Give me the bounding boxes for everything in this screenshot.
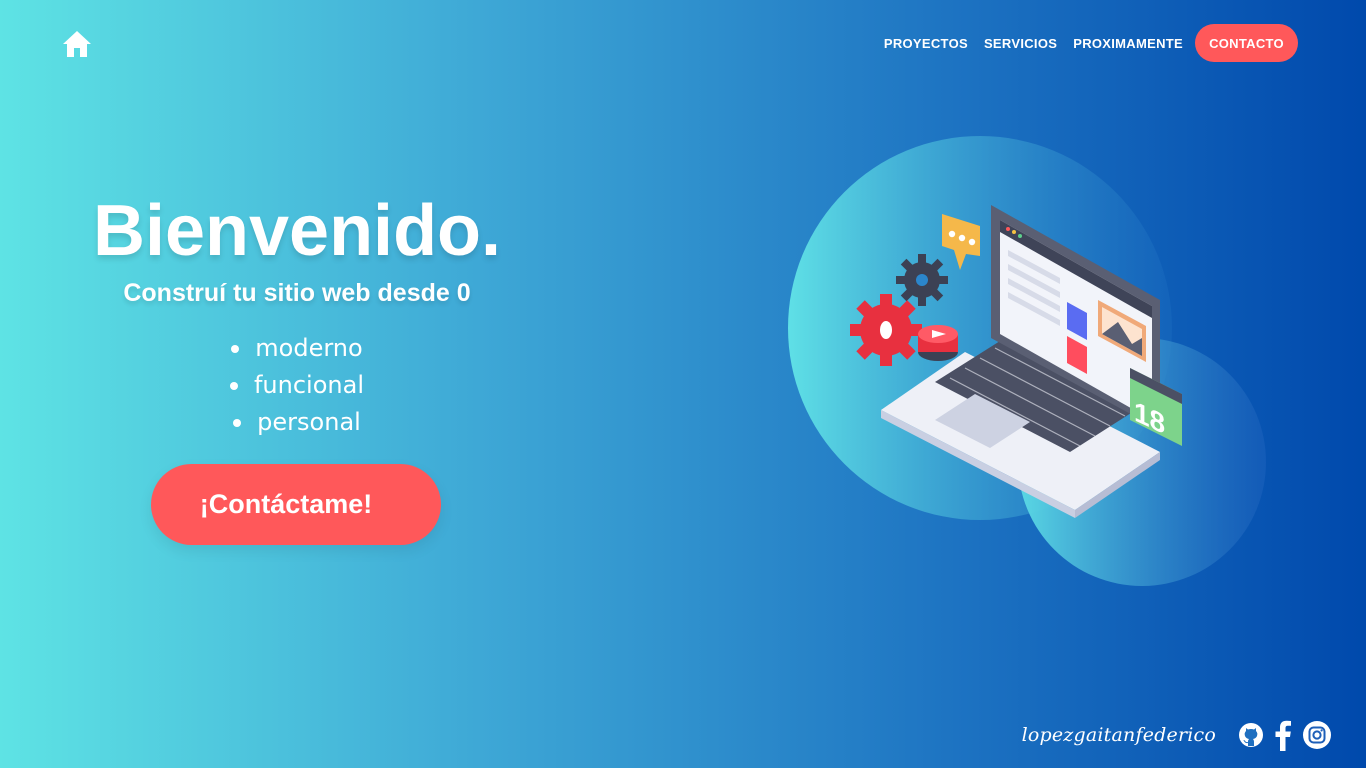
- home-link[interactable]: [61, 28, 93, 60]
- bullet-icon: [229, 381, 238, 390]
- top-navigation: PROYECTOS SERVICIOS PROXIMAMENTE CONTACT…: [884, 24, 1298, 62]
- feature-label: moderno: [255, 334, 363, 362]
- hero-subtitle: Construí tu sitio web desde 0: [123, 279, 471, 307]
- laptop-illustration: 18: [780, 130, 1280, 600]
- nav-link-servicios[interactable]: SERVICIOS: [984, 36, 1057, 51]
- feature-item: personal: [0, 404, 594, 441]
- hero-section: Bienvenido. Construí tu sitio web desde …: [0, 190, 594, 441]
- contact-me-button[interactable]: ¡Contáctame!: [151, 464, 441, 545]
- hero-title: Bienvenido.: [92, 191, 502, 271]
- feature-list: moderno funcional personal: [0, 330, 594, 441]
- home-icon: [63, 31, 91, 57]
- github-icon[interactable]: [1238, 722, 1264, 748]
- feature-label: personal: [257, 408, 361, 436]
- footer: lopezgaitanfederico: [1022, 717, 1332, 753]
- nav-link-proximamente[interactable]: PROXIMAMENTE: [1073, 36, 1183, 51]
- feature-label: funcional: [253, 371, 364, 399]
- author-handle: lopezgaitanfederico: [1021, 724, 1216, 746]
- bullet-icon: [233, 418, 242, 427]
- instagram-icon[interactable]: [1302, 720, 1332, 750]
- feature-item: moderno: [0, 330, 594, 367]
- facebook-icon[interactable]: [1274, 719, 1292, 751]
- nav-link-proyectos[interactable]: PROYECTOS: [884, 36, 968, 51]
- laptop-illustration-icon: 18: [788, 136, 1266, 586]
- contact-nav-button[interactable]: CONTACTO: [1195, 24, 1298, 62]
- feature-item: funcional: [0, 367, 594, 404]
- bullet-icon: [231, 344, 240, 353]
